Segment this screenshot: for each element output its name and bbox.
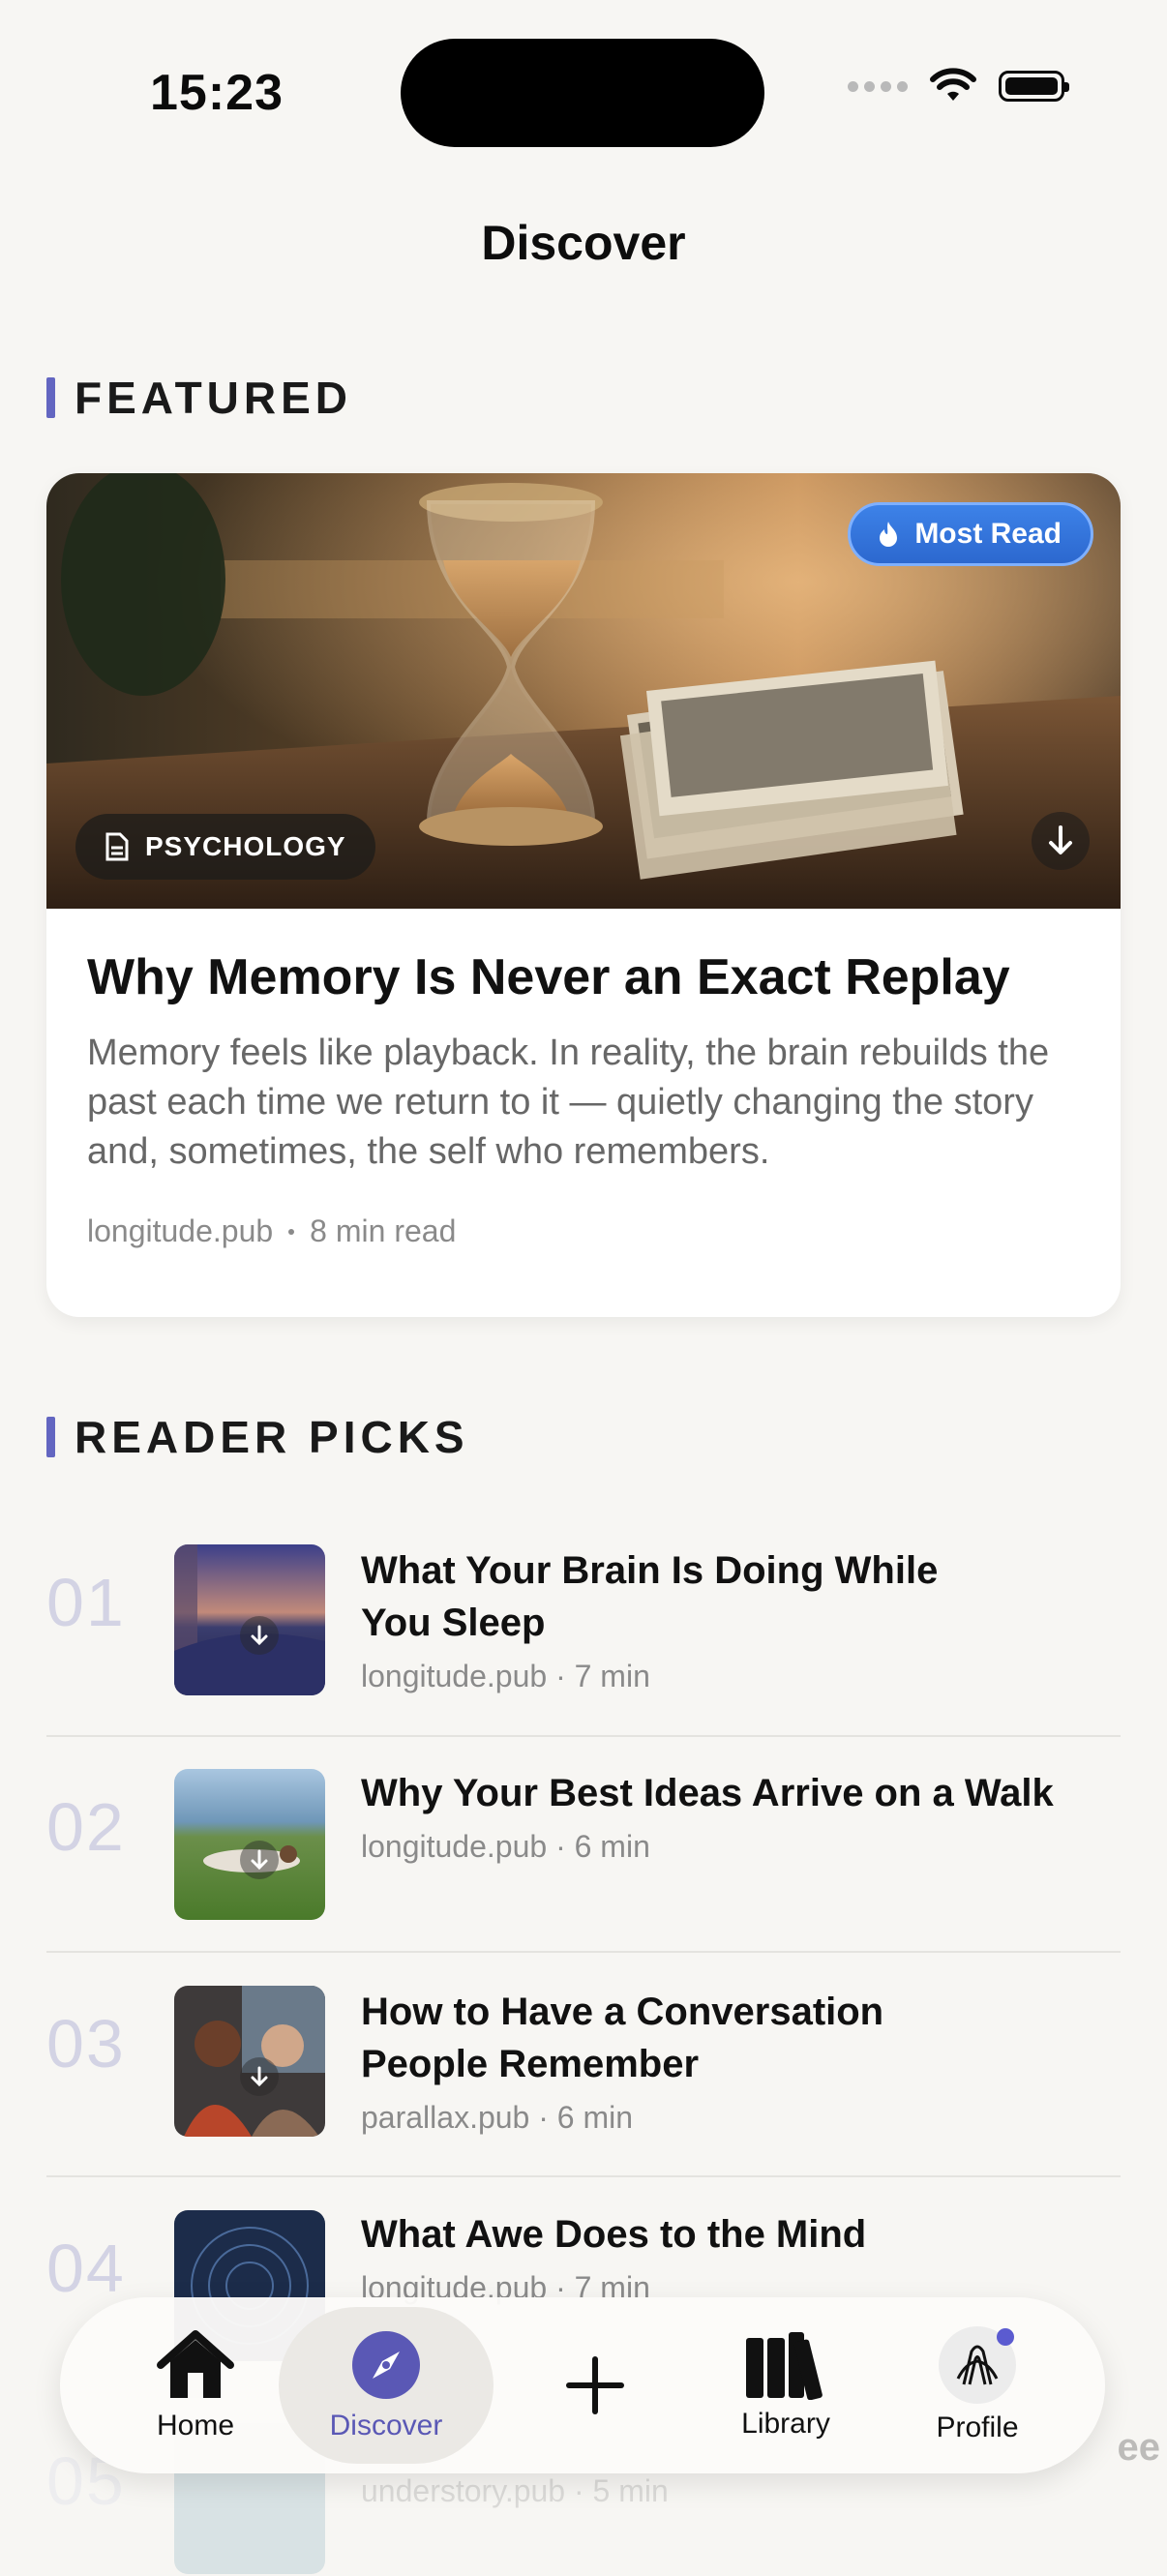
- status-icons: [848, 68, 1069, 105]
- divider: [46, 2175, 1121, 2177]
- pick-number: 04: [46, 2231, 126, 2306]
- pick-meta: parallax.pub · 6 min: [361, 2100, 634, 2135]
- wifi-icon: [930, 68, 976, 101]
- tab-library-label: Library: [741, 2408, 830, 2440]
- divider: [46, 1735, 1121, 1737]
- tab-discover-label: Discover: [329, 2410, 443, 2441]
- pick-title: What Awe Does to the Mind: [361, 2213, 867, 2256]
- tab-profile[interactable]: Profile: [910, 2297, 1045, 2473]
- divider: [46, 1951, 1121, 1953]
- meta-separator: [288, 1228, 295, 1235]
- home-icon: [157, 2330, 234, 2398]
- download-icon[interactable]: [240, 1616, 279, 1655]
- pick-text: What Awe Does to the Mind longitude.pub …: [361, 2208, 1096, 2306]
- most-read-badge: Most Read: [848, 502, 1093, 566]
- pick-title: What Your Brain Is Doing While You Sleep: [361, 1549, 939, 1644]
- featured-excerpt: Memory feels like playback. In reality, …: [87, 1033, 1050, 1172]
- download-icon[interactable]: [240, 1841, 279, 1879]
- download-arrow-icon: [1049, 825, 1072, 854]
- page-title: Discover: [481, 216, 686, 270]
- pick-meta: understory.pub · 5 min: [361, 2473, 669, 2508]
- tab-profile-label: Profile: [936, 2411, 1019, 2443]
- books-icon: [746, 2332, 823, 2400]
- pick-number: 01: [46, 1565, 126, 1640]
- download-button[interactable]: [1032, 812, 1090, 870]
- status-time: 15:23: [150, 65, 284, 121]
- compass-icon: [352, 2331, 420, 2399]
- list-item[interactable]: 01 What Your Brain Is Doing While You Sl…: [46, 1543, 1121, 1697]
- featured-label: FEATURED: [75, 373, 353, 423]
- pick-number: 03: [46, 2006, 126, 2082]
- cellular-icon: [848, 80, 908, 92]
- list-item[interactable]: 02 Why Your Best Ideas Arrive on a Walk …: [46, 1767, 1121, 1922]
- tab-bar: Home Discover Library Profile: [60, 2297, 1105, 2473]
- pick-title: Why Your Best Ideas Arrive on a Walk: [361, 1772, 1054, 1814]
- pick-thumbnail: [174, 1544, 325, 1695]
- pick-thumbnail: [174, 1769, 325, 1920]
- tab-library[interactable]: Library: [718, 2297, 853, 2473]
- tab-add[interactable]: [542, 2297, 648, 2473]
- pick-title: How to Have a Conversation People Rememb…: [361, 1991, 884, 2085]
- notification-dot: [997, 2328, 1014, 2346]
- category-label: PSYCHOLOGY: [145, 831, 346, 861]
- pick-text: Why Your Best Ideas Arrive on a Walk lon…: [361, 1767, 1096, 1865]
- tab-home[interactable]: Home: [128, 2297, 263, 2473]
- reader-picks-section-header: READER PICKS: [46, 1411, 469, 1463]
- most-read-label: Most Read: [914, 518, 1062, 550]
- pick-text: How to Have a Conversation People Rememb…: [361, 1986, 1096, 2136]
- section-accent-bar: [46, 1417, 55, 1457]
- plus-icon: [566, 2356, 624, 2414]
- battery-icon: [999, 71, 1069, 102]
- pick-thumbnail: [174, 1986, 325, 2137]
- featured-read-time: 8 min read: [310, 1213, 457, 1248]
- featured-source: longitude.pub: [87, 1213, 274, 1248]
- flame-icon: [880, 522, 898, 547]
- pick-text: What Your Brain Is Doing While You Sleep…: [361, 1544, 1096, 1694]
- section-accent-bar: [46, 377, 55, 418]
- featured-section-header: FEATURED: [46, 372, 352, 424]
- featured-card[interactable]: Most Read PSYCHOLOGY Why Memory Is Never…: [46, 473, 1121, 1317]
- category-chip: PSYCHOLOGY: [75, 814, 375, 880]
- list-item[interactable]: 03 How to Have a Conversation People Rem…: [46, 1984, 1121, 2139]
- pick-number: 02: [46, 1789, 126, 1865]
- reader-picks-label: READER PICKS: [75, 1412, 469, 1462]
- pick-meta: longitude.pub · 6 min: [361, 1829, 650, 1864]
- avatar: [939, 2326, 1016, 2404]
- tab-discover[interactable]: Discover: [317, 2297, 455, 2473]
- featured-image: Most Read PSYCHOLOGY: [46, 473, 1121, 909]
- document-icon: [105, 832, 129, 861]
- dynamic-island: [401, 39, 764, 147]
- featured-card-body: Why Memory Is Never an Exact Replay Memo…: [87, 947, 1084, 1249]
- pick-meta: longitude.pub · 7 min: [361, 1659, 650, 1693]
- featured-meta: longitude.pub 8 min read: [87, 1213, 1084, 1249]
- download-icon[interactable]: [240, 2057, 279, 2096]
- featured-title: Why Memory Is Never an Exact Replay: [87, 949, 1010, 1005]
- tab-home-label: Home: [156, 2410, 235, 2441]
- fingerprint-icon: [956, 2345, 999, 2385]
